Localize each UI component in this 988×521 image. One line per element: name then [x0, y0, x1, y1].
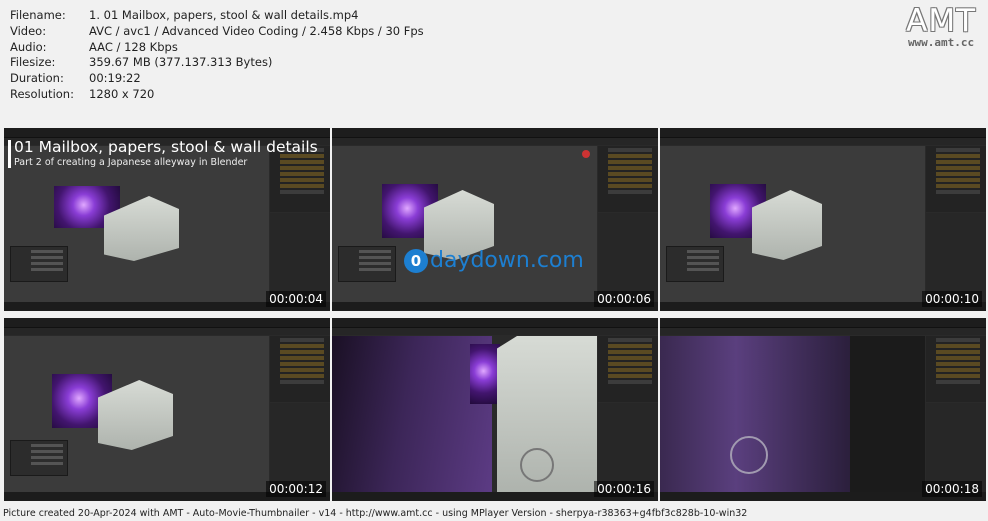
- blender-toolbar: [660, 328, 986, 335]
- scene-bicycle: [730, 436, 768, 474]
- outliner: [926, 146, 986, 212]
- blender-viewport: [660, 146, 925, 302]
- blender-toolbar: [660, 138, 986, 145]
- blender-topbar: [660, 128, 986, 138]
- info-value: AAC / 128 Kbps: [89, 39, 178, 54]
- properties-editor: [270, 403, 330, 492]
- info-key: Filesize:: [10, 55, 56, 70]
- nav-gizmo-x-icon[interactable]: [582, 150, 590, 158]
- outliner: [926, 336, 986, 402]
- scene-dark-alley: [332, 336, 492, 492]
- blender-topbar: [332, 128, 658, 138]
- thumbnail-4[interactable]: 00:00:12: [4, 318, 330, 501]
- thumbnail-2[interactable]: 00:00:06: [332, 128, 658, 311]
- info-key: Filename:: [10, 8, 66, 22]
- footer-credit: Picture created 20-Apr-2024 with AMT - A…: [3, 508, 748, 519]
- properties-panel: [338, 246, 396, 282]
- properties-editor: [926, 403, 986, 492]
- outliner: [270, 336, 330, 402]
- info-row-video: Video: AVC / avc1 / Advanced Video Coding…: [10, 24, 424, 40]
- blender-toolbar: [332, 138, 658, 145]
- properties-editor: [926, 213, 986, 302]
- daydown-watermark: 0 daydown.com: [404, 248, 584, 273]
- watermark-text: daydown.com: [430, 248, 584, 273]
- info-key: Video:: [10, 23, 47, 38]
- info-value: 1280 x 720: [89, 86, 155, 101]
- info-row-resolution: Resolution: 1280 x 720: [10, 87, 424, 103]
- properties-panel: [10, 440, 68, 476]
- thumbnail-6[interactable]: 00:00:18: [660, 318, 986, 501]
- info-key: Resolution:: [10, 86, 74, 101]
- thumbnail-3[interactable]: 00:00:10: [660, 128, 986, 311]
- info-row-duration: Duration: 00:19:22: [10, 71, 424, 87]
- properties-panel: [10, 246, 68, 282]
- timestamp: 00:00:10: [922, 291, 982, 307]
- info-row-audio: Audio: AAC / 128 Kbps: [10, 40, 424, 56]
- timestamp: 00:00:16: [594, 481, 654, 497]
- title-accent-bar: [8, 140, 11, 168]
- file-info: Filename: 1. 01 Mailbox, papers, stool & …: [10, 8, 424, 103]
- scene-bicycle: [520, 448, 554, 482]
- timestamp: 00:00:04: [266, 291, 326, 307]
- info-key: Duration:: [10, 71, 64, 86]
- outliner: [598, 336, 658, 402]
- properties-panel: [666, 246, 724, 282]
- blender-topbar: [4, 128, 330, 138]
- properties-editor: [270, 213, 330, 302]
- blender-viewport: [332, 146, 597, 302]
- outliner: [598, 146, 658, 212]
- blender-topbar: [4, 318, 330, 328]
- info-value: 00:19:22: [89, 71, 141, 86]
- thumbnail-5[interactable]: 00:00:16: [332, 318, 658, 501]
- thumbnail-1[interactable]: 01 Mailbox, papers, stool & wall details…: [4, 128, 330, 311]
- timestamp: 00:00:18: [922, 481, 982, 497]
- info-key: Audio:: [10, 39, 47, 54]
- properties-editor: [598, 403, 658, 492]
- logo-url: www.amt.cc: [907, 36, 975, 49]
- blender-topbar: [332, 318, 658, 328]
- scene-purple-screen: [470, 344, 500, 404]
- timestamp: 00:00:06: [594, 291, 654, 307]
- blender-viewport: [332, 336, 597, 492]
- info-value: AVC / avc1 / Advanced Video Coding / 2.4…: [89, 23, 424, 38]
- video-title-overlay: 01 Mailbox, papers, stool & wall details…: [8, 138, 318, 169]
- properties-editor: [598, 213, 658, 302]
- info-row-filename: Filename: 1. 01 Mailbox, papers, stool & …: [10, 8, 424, 24]
- blender-toolbar: [332, 328, 658, 335]
- blender-viewport: [4, 336, 269, 492]
- info-row-filesize: Filesize: 359.67 MB (377.137.313 Bytes): [10, 55, 424, 71]
- blender-topbar: [660, 318, 986, 328]
- logo-text: AMT: [906, 3, 976, 39]
- info-value: 1. 01 Mailbox, papers, stool & wall deta…: [89, 8, 359, 22]
- watermark-logo-icon: 0: [404, 248, 428, 273]
- overlay-subtitle: Part 2 of creating a Japanese alleyway i…: [14, 157, 248, 168]
- blender-viewport: [4, 146, 269, 302]
- timestamp: 00:00:12: [266, 481, 326, 497]
- blender-toolbar: [4, 328, 330, 335]
- info-value: 359.67 MB (377.137.313 Bytes): [89, 55, 273, 70]
- overlay-title: 01 Mailbox, papers, stool & wall details: [14, 138, 318, 156]
- scene-shadow: [850, 336, 925, 492]
- amt-logo: AMT www.amt.cc: [906, 4, 976, 49]
- blender-viewport: [660, 336, 925, 492]
